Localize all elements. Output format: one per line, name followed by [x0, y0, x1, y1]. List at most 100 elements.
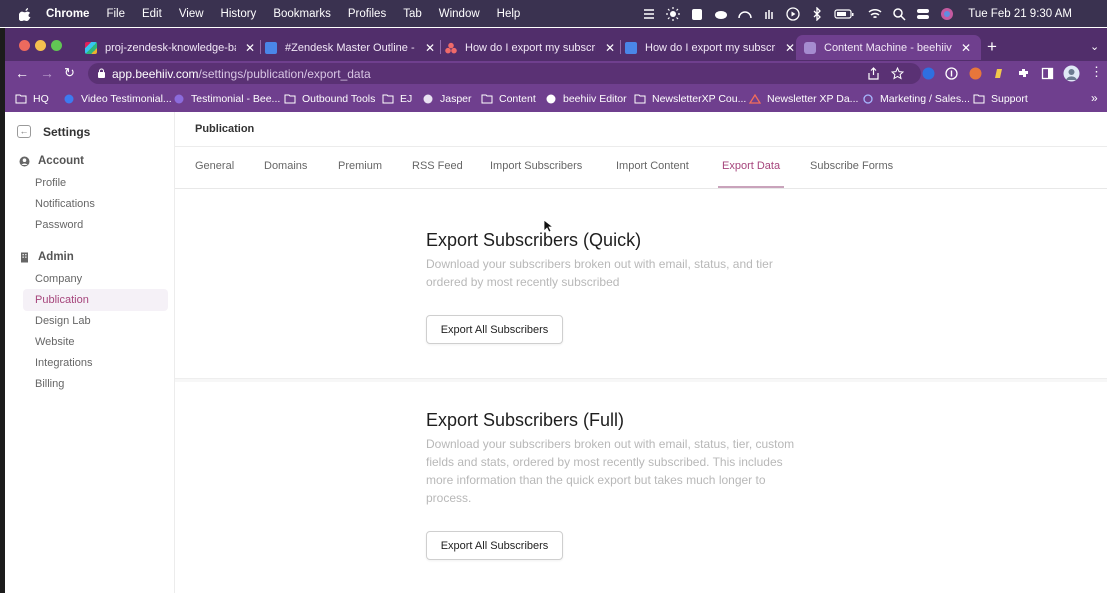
tab-search-chevron-icon[interactable]: ⌄	[1090, 40, 1099, 53]
tab-import-subscribers[interactable]: Import Subscribers	[490, 160, 582, 172]
tab-subscribe-forms[interactable]: Subscribe Forms	[810, 160, 893, 172]
bookmark-hq[interactable]: HQ	[15, 93, 49, 105]
address-bar[interactable]: app.beehiiv.com/settings/publication/exp…	[88, 63, 921, 84]
browser-tab-active[interactable]: Content Machine - beehiiv ✕	[796, 35, 981, 60]
browser-tab-3[interactable]: How do I export my subscriber ✕	[445, 35, 615, 60]
brightness-icon[interactable]	[666, 6, 681, 21]
bluetooth-icon[interactable]	[810, 6, 824, 21]
sidebar-section-label: Account	[38, 155, 84, 167]
browser-tab-4[interactable]: How do I export my subscriber ✕	[625, 35, 795, 60]
menubar-clock[interactable]: Tue Feb 21 9:30 AM	[968, 8, 1072, 20]
bookmark-marketing-sales[interactable]: Marketing / Sales...	[862, 93, 970, 105]
url-host: app.beehiiv.com	[112, 67, 199, 81]
menu-window[interactable]: Window	[439, 8, 480, 20]
maximize-window-button[interactable]	[51, 40, 62, 51]
close-icon[interactable]: ✕	[425, 41, 435, 55]
extension-orange-icon[interactable]	[969, 67, 982, 80]
tab-rss-feed[interactable]: RSS Feed	[412, 160, 463, 172]
tab-title: proj-zendesk-knowledge-base	[105, 41, 236, 54]
sidebar-item-profile[interactable]: Profile	[35, 177, 66, 189]
battery-icon[interactable]	[834, 7, 854, 21]
close-icon[interactable]: ✕	[605, 41, 615, 55]
sidebar-item-integrations[interactable]: Integrations	[35, 357, 92, 369]
chrome-menu-icon[interactable]: ⋮	[1090, 64, 1103, 80]
reload-icon[interactable]: ↻	[64, 65, 75, 81]
play-icon[interactable]	[786, 6, 800, 21]
menu-view[interactable]: View	[179, 8, 204, 20]
bookmark-ej[interactable]: EJ	[382, 93, 412, 105]
sidebar-item-design-lab[interactable]: Design Lab	[35, 315, 91, 327]
sidebar-item-company[interactable]: Company	[35, 273, 82, 285]
tab-title: #Zendesk Master Outline - Goo	[285, 41, 416, 54]
extension-yellow-icon[interactable]	[993, 67, 1006, 80]
control-center-icon[interactable]	[916, 7, 930, 21]
bookmark-newsletterxp-course[interactable]: NewsletterXP Cou...	[634, 93, 746, 105]
analytics-icon	[749, 94, 761, 104]
bookmark-label: Video Testimonial...	[81, 93, 172, 105]
bookmark-testimonial-bee[interactable]: Testimonial - Bee...	[173, 93, 280, 105]
slack-icon	[85, 41, 97, 54]
back-arrow-icon[interactable]: ←	[15, 65, 29, 81]
page-title: Publication	[195, 123, 255, 135]
bookmarks-overflow-icon[interactable]: »	[1091, 91, 1098, 105]
menu-file[interactable]: File	[106, 8, 125, 20]
menu-edit[interactable]: Edit	[142, 8, 162, 20]
export-quick-button[interactable]: Export All Subscribers	[426, 315, 563, 344]
search-icon[interactable]	[892, 7, 906, 21]
onepassword-icon[interactable]	[945, 67, 958, 80]
url-path: /settings/publication/export_data	[198, 67, 371, 81]
apple-menu-icon[interactable]	[18, 7, 33, 21]
wifi-extender-icon[interactable]	[762, 7, 776, 21]
new-tab-button[interactable]: +	[987, 37, 997, 57]
clipboard-icon[interactable]	[690, 7, 704, 21]
menu-help[interactable]: Help	[497, 8, 521, 20]
bookmark-support[interactable]: Support	[973, 93, 1028, 105]
cloud-icon[interactable]	[714, 7, 728, 21]
menu-tab[interactable]: Tab	[403, 8, 422, 20]
menu-profiles[interactable]: Profiles	[348, 8, 386, 20]
siri-icon[interactable]	[940, 7, 954, 21]
bookmark-label: EJ	[400, 93, 413, 105]
minimize-window-button[interactable]	[35, 40, 46, 51]
close-icon[interactable]: ✕	[785, 41, 795, 55]
sidebar-section-account: Account	[19, 155, 84, 167]
close-icon[interactable]: ✕	[245, 41, 255, 55]
address-url[interactable]: app.beehiiv.com/settings/publication/exp…	[112, 67, 371, 81]
bookmark-outbound-tools[interactable]: Outbound Tools	[284, 93, 375, 105]
bookmark-video-testimonial[interactable]: Video Testimonial...	[63, 93, 172, 105]
tab-premium[interactable]: Premium	[338, 160, 382, 172]
sidebar-item-notifications[interactable]: Notifications	[35, 198, 95, 210]
browser-tab-2[interactable]: #Zendesk Master Outline - Goo ✕	[265, 35, 435, 60]
close-icon[interactable]: ✕	[961, 41, 971, 55]
bookmark-content[interactable]: Content	[481, 93, 536, 105]
extension-blue-icon[interactable]	[922, 67, 935, 80]
gauge-icon[interactable]	[738, 7, 752, 21]
sidebar-item-billing[interactable]: Billing	[35, 378, 64, 390]
sidebar-item-password[interactable]: Password	[35, 219, 83, 231]
share-icon[interactable]	[867, 67, 880, 80]
forward-arrow-icon[interactable]: →	[40, 65, 54, 81]
menu-app-name[interactable]: Chrome	[46, 8, 89, 20]
menu-bookmarks[interactable]: Bookmarks	[273, 8, 331, 20]
bookmark-newsletter-xp-data[interactable]: Newsletter XP Da...	[749, 93, 858, 105]
bookmark-jasper[interactable]: Jasper	[422, 93, 472, 105]
wifi-icon[interactable]	[868, 7, 882, 21]
bookmark-star-icon[interactable]	[891, 67, 904, 80]
bookmark-beehiiv-editor[interactable]: beehiiv Editor	[545, 93, 627, 105]
sidebar-item-website[interactable]: Website	[35, 336, 75, 348]
tab-general[interactable]: General	[195, 160, 234, 172]
tab-export-data[interactable]: Export Data	[722, 160, 780, 172]
extensions-puzzle-icon[interactable]	[1017, 67, 1030, 80]
tab-domains[interactable]: Domains	[264, 160, 307, 172]
profile-avatar[interactable]	[1063, 65, 1080, 82]
publication-tabs: General Domains Premium RSS Feed Import …	[175, 147, 1107, 189]
list-icon[interactable]	[642, 7, 656, 21]
back-arrow-icon[interactable]: ←	[17, 125, 31, 138]
sidebar-item-publication[interactable]: Publication	[35, 294, 89, 306]
tab-import-content[interactable]: Import Content	[616, 160, 689, 172]
menu-history[interactable]: History	[221, 8, 257, 20]
browser-tab-1[interactable]: proj-zendesk-knowledge-base ✕	[85, 35, 255, 60]
close-window-button[interactable]	[19, 40, 30, 51]
export-full-button[interactable]: Export All Subscribers	[426, 531, 563, 560]
side-panel-icon[interactable]	[1041, 67, 1054, 80]
